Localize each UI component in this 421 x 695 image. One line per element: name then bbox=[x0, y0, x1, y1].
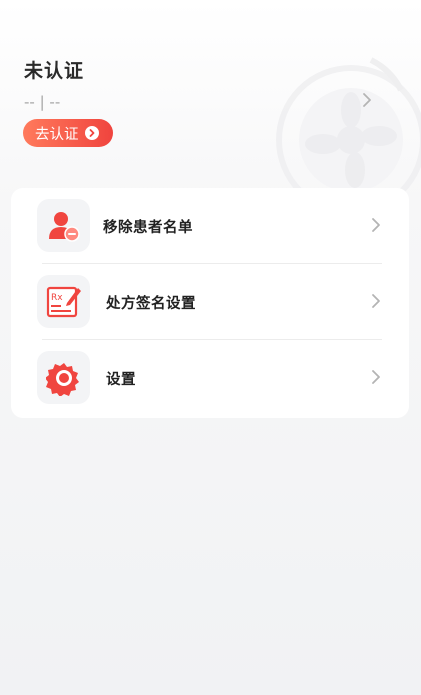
chevron-right-icon bbox=[371, 293, 381, 313]
go-verify-button[interactable]: 去认证 bbox=[23, 119, 113, 147]
menu-card: 移除患者名单 Rx 处方签名设置 设置 bbox=[11, 188, 409, 418]
menu-item-label: 处方签名设置 bbox=[106, 296, 196, 312]
menu-item-settings[interactable]: 设置 bbox=[11, 340, 409, 415]
profile-chevron-right-icon[interactable] bbox=[362, 92, 372, 112]
chevron-right-circle-icon bbox=[84, 126, 99, 140]
verification-status-title: 未认证 bbox=[24, 60, 85, 82]
menu-item-label: 移除患者名单 bbox=[103, 220, 193, 236]
svg-text:Rx: Rx bbox=[51, 293, 63, 303]
background-watermark-icon bbox=[276, 57, 421, 210]
menu-item-prescription-signature[interactable]: Rx 处方签名设置 bbox=[11, 264, 409, 339]
prescription-sign-icon: Rx bbox=[37, 275, 90, 328]
menu-item-label: 设置 bbox=[106, 372, 136, 388]
remove-patient-icon bbox=[37, 199, 90, 252]
profile-subtitle: -- | -- bbox=[24, 93, 61, 111]
settings-gear-icon bbox=[37, 351, 90, 404]
chevron-right-icon bbox=[371, 217, 381, 237]
menu-item-remove-patient[interactable]: 移除患者名单 bbox=[11, 188, 409, 263]
chevron-right-icon bbox=[371, 369, 381, 389]
go-verify-label: 去认证 bbox=[35, 126, 79, 143]
profile-section: 未认证 -- | -- bbox=[24, 56, 84, 111]
